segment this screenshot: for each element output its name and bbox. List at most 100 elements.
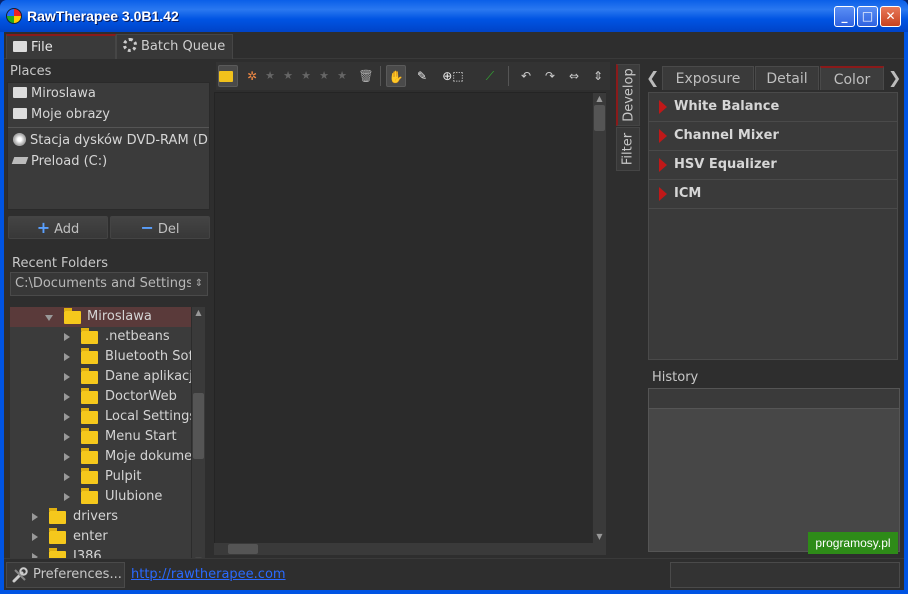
tree-item[interactable]: Dane aplikacj [10,367,192,387]
toolbar-divider [380,66,381,86]
chevron-left-icon[interactable]: ❮ [646,68,659,87]
folder-icon [49,508,66,524]
star-icon: ★ [283,69,293,82]
add-place-button[interactable]: + Add [8,216,108,239]
dvd-drive-icon [13,133,26,146]
tree-item[interactable]: .netbeans [10,327,192,347]
straighten-icon: ⟋ [485,69,495,83]
chevron-down-icon[interactable]: ▼ [593,531,606,543]
tree-item[interactable]: Pulpit [10,467,192,487]
minus-icon: − [140,218,154,237]
chevron-up-icon[interactable]: ▲ [192,307,205,319]
four-star-filter-button[interactable]: ★ [314,65,334,87]
hard-drive-icon [11,157,29,164]
straighten-tool-button[interactable]: ⟋ [480,65,500,87]
tab-exposure[interactable]: Exposure [662,66,754,90]
one-star-filter-button[interactable]: ★ [260,65,280,87]
rotate-right-button[interactable]: ↷ [540,65,560,87]
tree-item[interactable]: Ulubione [10,487,192,507]
unrated-filter-button[interactable]: ✲ [242,65,262,87]
tree-item[interactable]: enter [10,527,192,547]
folder-icon [219,71,233,82]
expander-icon[interactable] [64,353,70,361]
hand-tool-button[interactable]: ✋ [386,65,406,87]
expander-icon[interactable] [64,393,70,401]
website-link[interactable]: http://rawtherapee.com [131,567,286,582]
tree-vertical-scrollbar[interactable]: ▲ ▼ [191,307,205,567]
flip-horizontal-button[interactable]: ⇔ [564,65,584,87]
chevron-updown-icon: ⇕ [191,273,207,295]
chevron-right-icon[interactable]: ❯ [888,68,901,87]
place-label: Preload (C:) [31,154,108,169]
title-bar[interactable]: RawTherapee 3.0B1.42 _ □ ✕ [0,0,908,32]
place-item-dvd-drive[interactable]: Stacja dysków DVD-RAM (D: [8,130,209,151]
flip-vertical-button[interactable]: ⇕ [588,65,608,87]
browser-horizontal-scrollbar[interactable] [214,543,606,555]
minimize-button[interactable]: _ [834,6,855,27]
place-item-preload[interactable]: Preload (C:) [8,151,209,172]
del-place-button[interactable]: − Del [110,216,210,239]
five-star-filter-button[interactable]: ★ [332,65,352,87]
folder-icon [13,41,27,52]
chevron-up-icon[interactable]: ▲ [593,93,606,105]
scrollbar-thumb[interactable] [594,105,605,131]
place-item-moje-obrazy[interactable]: Moje obrazy [8,104,209,125]
place-label: Miroslawa [31,86,96,101]
tab-develop[interactable]: Develop [616,64,640,126]
status-bar: Preferences... http://rawtherapee.com [4,558,904,590]
tool-icm[interactable]: ICM [649,180,897,209]
recent-folders-combo[interactable]: C:\Documents and Settings ⇕ [10,272,208,296]
tool-channel-mixer[interactable]: Channel Mixer [649,122,897,151]
maximize-button[interactable]: □ [857,6,878,27]
tree-item[interactable]: DoctorWeb [10,387,192,407]
tab-file-browser[interactable]: File Browser [6,34,116,79]
browser-vertical-scrollbar[interactable]: ▲ ▼ [592,93,606,543]
recent-folders-value: C:\Documents and Settings [15,276,194,291]
expander-icon[interactable] [64,333,70,341]
tree-item[interactable]: Miroslawa [10,307,192,327]
expander-icon[interactable] [64,433,70,441]
expander-open-icon[interactable] [45,315,53,321]
preferences-button[interactable]: Preferences... [6,562,125,588]
tab-detail[interactable]: Detail [755,66,819,90]
close-button[interactable]: ✕ [880,6,901,27]
folder-icon [81,408,98,424]
right-panel: ❮ Exposure Detail Color ❯ White Balance … [642,62,902,552]
crop-tool-button[interactable]: ⊕⬚ [438,65,468,87]
tool-label: Channel Mixer [674,128,779,143]
tool-white-balance[interactable]: White Balance [649,93,897,122]
three-star-filter-button[interactable]: ★ [296,65,316,87]
white-balance-picker-button[interactable]: ✎ [412,65,432,87]
tab-label: Detail [766,71,808,87]
scrollbar-thumb[interactable] [193,393,204,459]
browser-toolbar: ✲ ★ ★ ★ ★ ★ 🗑 ✋ ✎ ⊕⬚ ⟋ ↶ ↷ ⇔ ⇕ [216,62,610,90]
two-star-filter-button[interactable]: ★ [278,65,298,87]
place-item-miroslawa[interactable]: Miroslawa [8,83,209,104]
expander-icon[interactable] [64,493,70,501]
trash-filter-button[interactable]: 🗑 [356,65,376,87]
tree-item[interactable]: Moje dokume [10,447,192,467]
folder-icon [81,468,98,484]
rotate-left-button[interactable]: ↶ [516,65,536,87]
history-list[interactable] [648,388,900,552]
expander-icon[interactable] [64,473,70,481]
side-tabs: Develop Filter [616,64,640,171]
tree-item[interactable]: Bluetooth Sof [10,347,192,367]
progress-bar [670,562,900,588]
expander-icon[interactable] [64,373,70,381]
expander-icon[interactable] [32,513,38,521]
tree-item[interactable]: drivers [10,507,192,527]
tab-batch-queue[interactable]: Batch Queue [116,34,233,59]
expander-icon[interactable] [64,413,70,421]
tool-hsv-equalizer[interactable]: HSV Equalizer [649,151,897,180]
tab-filter[interactable]: Filter [616,127,640,171]
expander-icon [659,129,667,143]
expander-icon[interactable] [64,453,70,461]
thumbnail-browser[interactable] [214,92,606,544]
show-all-button[interactable] [218,65,238,87]
tree-item[interactable]: Menu Start [10,427,192,447]
tree-item[interactable]: Local Settings [10,407,192,427]
tab-color[interactable]: Color [820,66,884,90]
scrollbar-thumb[interactable] [228,544,258,554]
expander-icon[interactable] [32,533,38,541]
